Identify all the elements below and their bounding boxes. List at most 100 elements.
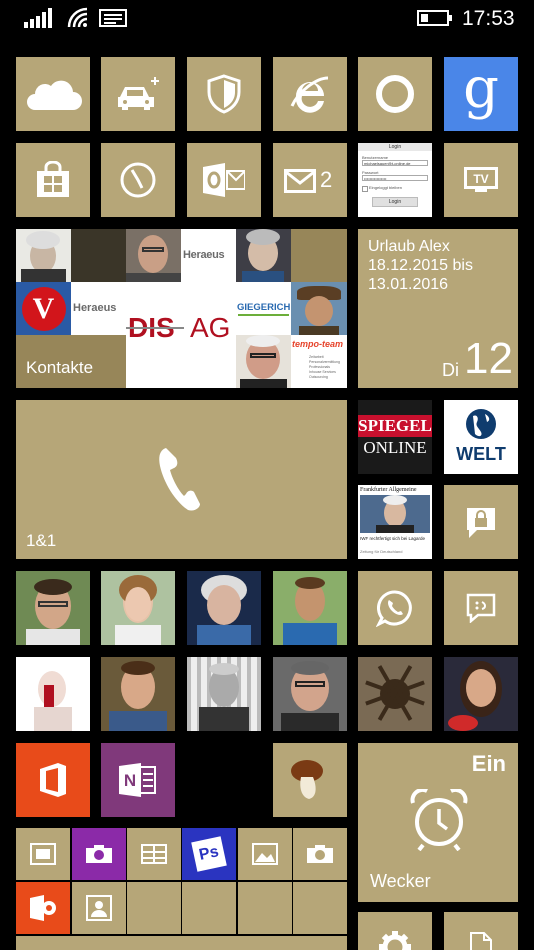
giegerich-logo: GIEGERICH [236, 282, 291, 335]
whatsapp-tile[interactable] [358, 571, 432, 645]
compass-tile[interactable] [101, 143, 175, 217]
compass-icon [120, 162, 156, 198]
message-icon [99, 9, 127, 27]
google-tile[interactable]: g [444, 57, 518, 131]
svg-text:N: N [124, 771, 136, 790]
camera-purple-tile[interactable] [72, 828, 126, 880]
car-tile[interactable] [101, 57, 175, 131]
onenote-icon: N [119, 763, 156, 797]
internet-explorer-icon [290, 76, 329, 113]
contact-photo [16, 229, 71, 282]
svg-text:TV: TV [473, 172, 488, 186]
tempo-lines: Zeitarbeit Personalvermittlung Professio… [309, 355, 340, 379]
empty-tile[interactable] [127, 882, 181, 934]
mail-icon [284, 169, 316, 193]
contacts-tile[interactable]: Heraeus V Heraeus DIS AG GIEGERICH tempo… [16, 229, 347, 388]
outlook-tile[interactable] [187, 143, 261, 217]
contact-photo [291, 282, 347, 335]
clock-time: 17:53 [462, 7, 515, 30]
photoshop-tile[interactable]: Ps [182, 828, 236, 880]
office-lens-tile[interactable] [16, 882, 70, 934]
camera-icon [86, 845, 112, 863]
v-logo: V [16, 282, 71, 335]
contact-photo-tile[interactable] [101, 571, 175, 645]
contact-photo-tile[interactable] [101, 657, 175, 731]
outlook-icon [203, 163, 245, 197]
calendar-tile[interactable]: Urlaub Alex 18.12.2015 bis 13.01.2016 Di… [358, 229, 518, 388]
bottom-wide-tile[interactable] [16, 936, 347, 950]
mail-tile[interactable]: 2 [273, 143, 347, 217]
welt-label: WELT [456, 444, 506, 464]
calendar-day: 12 [464, 334, 513, 383]
alarm-label: Wecker [370, 871, 431, 891]
contact-card-icon [86, 895, 112, 921]
login-button: Login [372, 197, 418, 207]
contact-photo-tile[interactable] [444, 657, 518, 731]
whatsapp-icon [376, 590, 412, 627]
empty-tile[interactable] [293, 882, 347, 934]
contact-card-tile[interactable] [72, 882, 126, 934]
contact-photo [236, 335, 291, 388]
camera-tile[interactable] [293, 828, 347, 880]
internet-explorer-tile[interactable] [273, 57, 347, 131]
tv-icon: TV [464, 167, 498, 192]
mushroom-icon [291, 760, 323, 799]
photoshop-icon: Ps [191, 836, 227, 872]
document-tile[interactable] [444, 912, 518, 950]
login-password-field: •••••••••••••••• [362, 175, 428, 181]
photo-frame-icon [30, 843, 56, 865]
dis-ag-logo: DIS AG [126, 282, 236, 388]
login-remember: Eingeloggt bleiben [369, 185, 402, 190]
cortana-icon [376, 75, 414, 113]
globe-icon [466, 409, 496, 439]
login-tile[interactable]: Login Benutzername michaelsauer@t-online… [358, 143, 432, 217]
signal-bars-icon [24, 8, 52, 28]
settings-tile[interactable] [358, 912, 432, 950]
store-icon [37, 161, 69, 197]
table-icon [141, 844, 167, 864]
faz-sub: Zeitung für Deutschland [360, 549, 403, 554]
chat-lock-tile[interactable] [444, 485, 518, 559]
login-title: Login [388, 144, 402, 150]
spiegel-online: ONLINE [363, 438, 427, 457]
contact-photo-tile[interactable] [16, 571, 90, 645]
office-lens-icon [30, 895, 56, 921]
cortana-tile[interactable] [358, 57, 432, 131]
tv-tile[interactable]: TV [444, 143, 518, 217]
photo-frame-tile[interactable] [16, 828, 70, 880]
heraeus-logo: Heraeus [181, 229, 236, 282]
spider-photo-tile[interactable] [358, 657, 432, 731]
spiegel-logo: SPIEGEL [358, 415, 432, 437]
phone-label: 1&1 [26, 531, 57, 550]
phone-icon [159, 448, 200, 511]
alarm-tile[interactable]: Ein Wecker [358, 743, 518, 902]
mushroom-tile[interactable] [273, 743, 347, 817]
empty-tile[interactable] [182, 882, 236, 934]
empty-tile[interactable] [238, 882, 292, 934]
onenote-tile[interactable]: N [101, 743, 175, 817]
contact-photo-tile[interactable] [273, 571, 347, 645]
contact-photo-tile[interactable] [187, 571, 261, 645]
contact-photo-tile[interactable] [16, 657, 90, 731]
battery-icon [417, 10, 452, 26]
office-icon [40, 763, 66, 797]
security-tile[interactable] [187, 57, 261, 131]
mail-count: 2 [320, 167, 333, 192]
image-app-tile[interactable] [238, 828, 292, 880]
car-icon [118, 77, 159, 110]
google-icon: g [463, 57, 499, 121]
office-tile[interactable] [16, 743, 90, 817]
status-bar: 17:53 [0, 0, 534, 40]
phone-tile[interactable]: 1&1 [16, 400, 347, 559]
wifi-icon [67, 7, 88, 28]
messaging-icon [466, 593, 496, 623]
faz-tile[interactable]: Frankfurter Allgemeine IWF rechtfertigt … [358, 485, 432, 559]
contact-photo-tile[interactable] [187, 657, 261, 731]
messaging-tile[interactable] [444, 571, 518, 645]
onedrive-tile[interactable] [16, 57, 90, 131]
contact-photo-tile[interactable] [273, 657, 347, 731]
store-tile[interactable] [16, 143, 90, 217]
welt-tile[interactable]: WELT [444, 400, 518, 474]
table-app-tile[interactable] [127, 828, 181, 880]
spiegel-tile[interactable]: SPIEGEL ONLINE [358, 400, 432, 474]
